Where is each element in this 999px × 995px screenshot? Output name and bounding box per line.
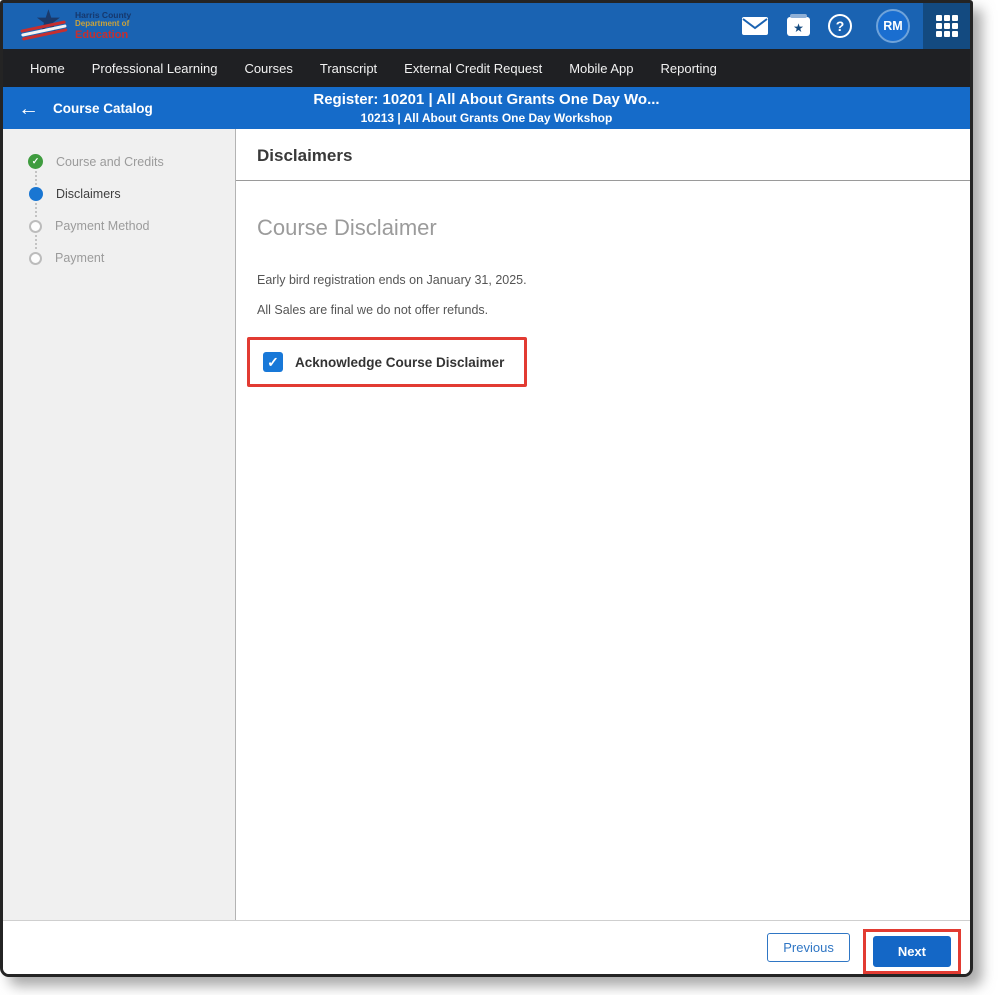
back-arrow-icon[interactable]: ← [18,98,39,119]
step-course-and-credits[interactable]: ✓ Course and Credits [28,154,235,169]
org-logo: ★ Harris County Department of Education [21,8,131,44]
acknowledge-checkbox-label: Acknowledge Course Disclaimer [295,355,504,370]
step-label: Course and Credits [56,155,164,169]
nav-item-mobile-app[interactable]: Mobile App [569,61,633,76]
next-button[interactable]: Next [873,936,951,967]
register-subtitle: 10213 | All About Grants One Day Worksho… [361,110,613,126]
nav-item-transcript[interactable]: Transcript [320,61,377,76]
main-panel: Disclaimers Course Disclaimer Early bird… [236,129,970,920]
previous-button[interactable]: Previous [767,933,850,962]
course-catalog-link[interactable]: Course Catalog [53,101,153,116]
bookmark-calendar-icon[interactable]: ★ [787,17,810,36]
step-active-icon [29,187,43,201]
page-title: Disclaimers [236,129,970,181]
step-disclaimers[interactable]: Disclaimers [28,187,235,201]
nav-item-reporting[interactable]: Reporting [661,61,717,76]
step-connector [35,171,235,185]
step-label: Payment [55,251,104,265]
step-pending-icon [29,220,42,233]
main-nav: Home Professional Learning Courses Trans… [3,49,970,87]
user-avatar[interactable]: RM [876,9,910,43]
step-payment[interactable]: Payment [28,251,235,265]
step-label: Disclaimers [56,187,121,201]
apps-grid-icon[interactable] [923,3,970,49]
step-connector [35,203,235,217]
logo-line-2: Department of [75,20,131,29]
step-pending-icon [29,252,42,265]
help-glyph: ? [836,18,845,34]
wizard-stepper: ✓ Course and Credits Disclaimers Payment… [3,129,236,920]
content-area: ✓ Course and Credits Disclaimers Payment… [3,129,970,920]
disclaimer-section: Course Disclaimer Early bird registratio… [236,181,970,411]
org-logo-text: Harris County Department of Education [75,11,131,41]
star-glyph: ★ [793,21,804,36]
disclaimer-text-2: All Sales are final we do not offer refu… [257,303,949,317]
step-payment-method[interactable]: Payment Method [28,219,235,233]
avatar-initials: RM [883,19,902,33]
wizard-footer: Previous Next [3,920,970,974]
disclaimer-text-1: Early bird registration ends on January … [257,273,949,287]
annotation-checkbox-highlight: ✓ Acknowledge Course Disclaimer [247,337,527,387]
acknowledge-checkbox[interactable]: ✓ [263,352,283,372]
top-bar-actions: ★ ? RM [742,3,970,49]
annotation-next-highlight: Next [863,929,961,974]
step-connector [35,235,235,249]
help-icon[interactable]: ? [828,14,852,38]
waffle-grid [936,15,958,37]
org-logo-icon: ★ [21,8,73,44]
logo-line-3: Education [75,29,131,41]
nav-item-external-credit-request[interactable]: External Credit Request [404,61,542,76]
top-app-bar: ★ Harris County Department of Education … [3,3,970,49]
checkbox-check-icon: ✓ [267,354,279,371]
nav-item-courses[interactable]: Courses [244,61,292,76]
course-disclaimer-heading: Course Disclaimer [257,215,949,241]
nav-item-professional-learning[interactable]: Professional Learning [92,61,218,76]
step-label: Payment Method [55,219,150,233]
app-window: ★ Harris County Department of Education … [0,0,973,977]
nav-item-home[interactable]: Home [30,61,65,76]
mail-icon[interactable] [742,17,768,35]
step-complete-icon: ✓ [28,154,43,169]
register-title: Register: 10201 | All About Grants One D… [313,90,659,110]
register-header-bar: ← Course Catalog Register: 10201 | All A… [3,87,970,129]
